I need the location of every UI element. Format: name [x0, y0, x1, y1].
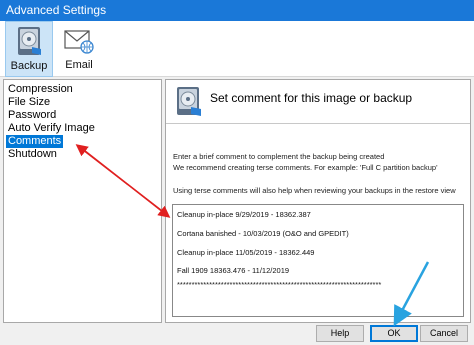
sidebar-item-comments[interactable]: Comments: [6, 135, 64, 148]
comment-line: Cleanup in-place 11/05/2019 - 18362.449: [177, 248, 315, 257]
sidebar-item-auto-verify-image[interactable]: Auto Verify Image: [6, 122, 97, 135]
settings-category-list: Compression File Size Password Auto Veri…: [3, 79, 162, 323]
window-titlebar: Advanced Settings: [0, 0, 474, 21]
toolbar: Backup Email: [0, 21, 474, 77]
window-title: Advanced Settings: [6, 3, 107, 17]
comment-line: Cortana banished - 10/03/2019 (O&O and G…: [177, 229, 349, 238]
sidebar-item-password[interactable]: Password: [6, 109, 58, 122]
recommendation-text: We recommend creating terse comments. Fo…: [173, 163, 438, 172]
panel-header: Set comment for this image or backup: [166, 80, 470, 124]
ok-button[interactable]: OK: [370, 325, 418, 342]
sidebar-item-shutdown[interactable]: Shutdown: [6, 148, 59, 161]
tip-text: Using terse comments will also help when…: [173, 186, 456, 195]
backup-disk-icon: [18, 27, 41, 55]
help-button[interactable]: Help: [316, 325, 364, 342]
comment-line: Fall 1909 18363.476 - 11/12/2019: [177, 266, 290, 275]
panel-title: Set comment for this image or backup: [210, 91, 413, 105]
toolbar-backup-label: Backup: [10, 60, 48, 72]
sidebar-item-compression[interactable]: Compression: [6, 83, 75, 96]
comments-settings-panel: Set comment for this image or backup Ent…: [165, 79, 471, 323]
comment-textarea[interactable]: Cleanup in-place 9/29/2019 - 18362.387 C…: [172, 204, 464, 317]
comment-line: Cleanup in-place 9/29/2019 - 18362.387: [177, 210, 311, 219]
sidebar-item-file-size[interactable]: File Size: [6, 96, 52, 109]
email-envelope-icon: [64, 30, 94, 54]
toolbar-backup-button[interactable]: Backup: [5, 21, 53, 77]
instruction-text: Enter a brief comment to complement the …: [173, 152, 385, 161]
disk-icon: [177, 87, 201, 116]
toolbar-email-label: Email: [65, 59, 93, 71]
comment-line: ****************************************…: [177, 280, 382, 289]
cancel-button[interactable]: Cancel: [420, 325, 468, 342]
toolbar-email-button[interactable]: Email: [55, 21, 103, 77]
